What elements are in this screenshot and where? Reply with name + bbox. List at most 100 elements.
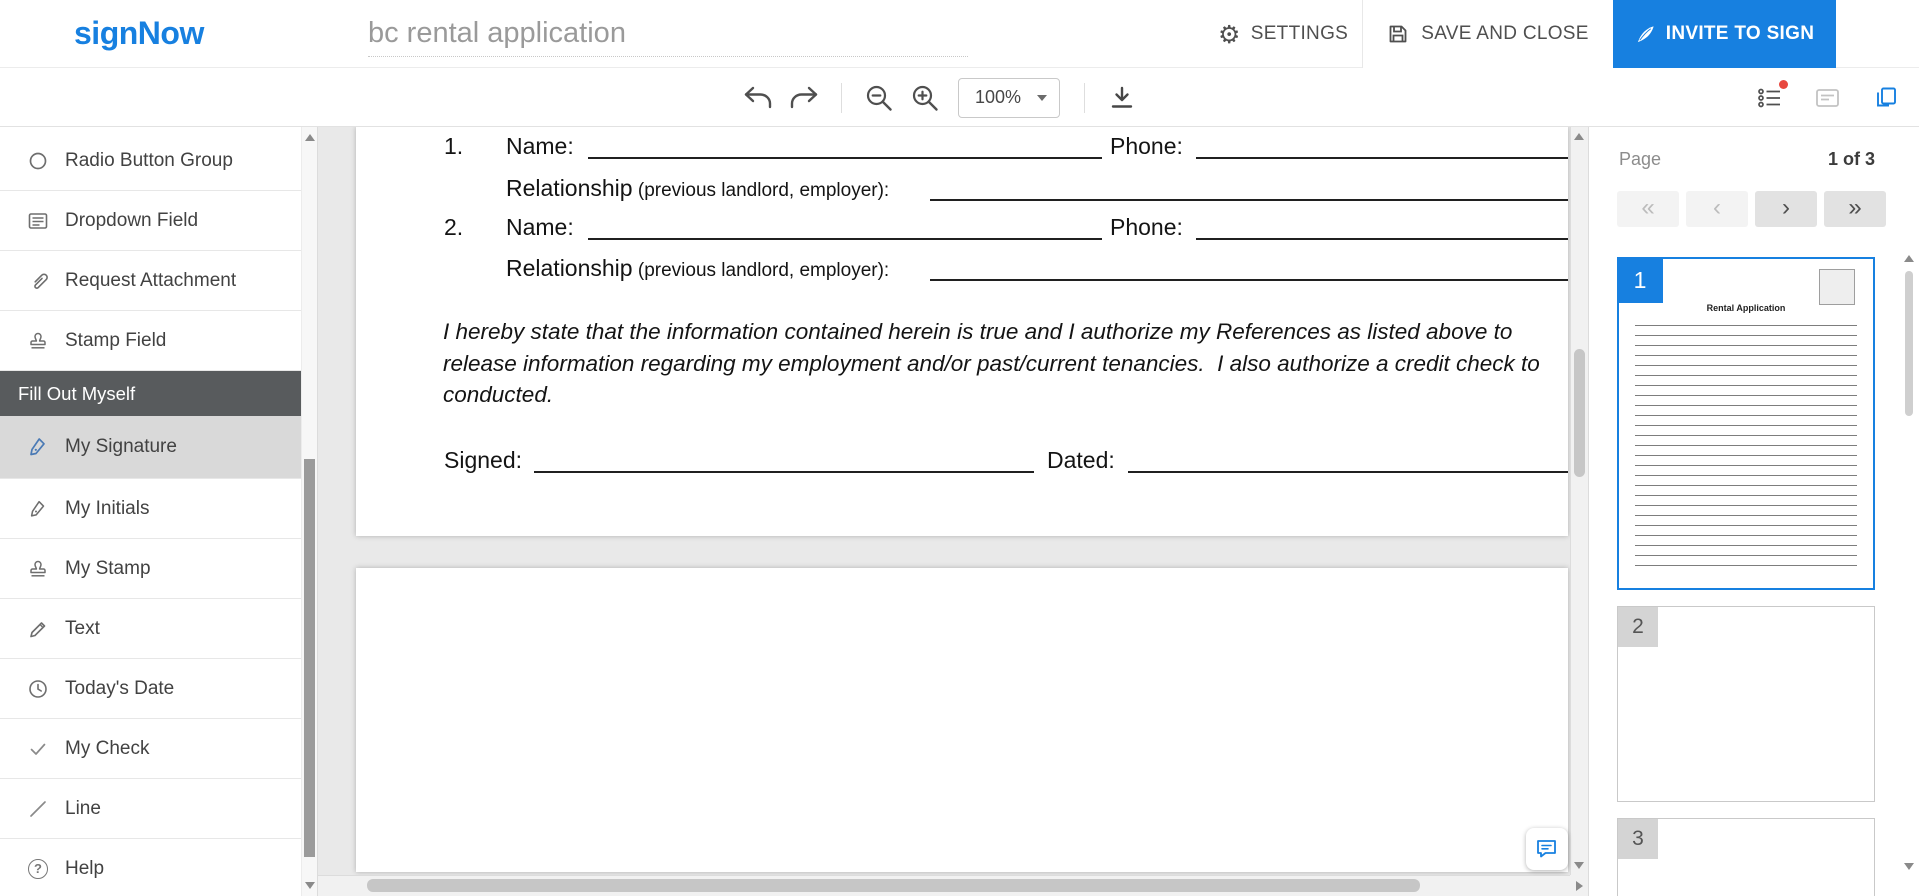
duplicate-pages-button[interactable] <box>1868 81 1902 115</box>
reference1-phone-label: Phone: <box>1110 131 1183 161</box>
document-horizontal-scrollbar[interactable] <box>318 875 1570 896</box>
redo-icon <box>789 86 819 110</box>
scroll-down-arrow[interactable] <box>1904 863 1914 870</box>
download-button[interactable] <box>1099 75 1145 121</box>
horizontal-scrollbar-thumb[interactable] <box>367 879 1420 892</box>
previous-page-button[interactable]: ‹ <box>1686 191 1748 227</box>
save-and-close-button[interactable]: SAVE AND CLOSE <box>1362 0 1613 68</box>
next-page-button[interactable]: › <box>1755 191 1817 227</box>
stamp-icon <box>26 329 50 353</box>
blank-line <box>588 212 1102 240</box>
document-title-input[interactable]: bc rental application <box>368 10 968 57</box>
sidebar-item-label: My Signature <box>65 436 177 458</box>
page-thumbnail-3[interactable]: 3 <box>1617 818 1875 896</box>
relationship-note: (previous landlord, employer): <box>638 260 889 281</box>
blank-line <box>1196 212 1568 240</box>
sidebar-item-label: Radio Button Group <box>65 150 233 172</box>
sidebar-item-text[interactable]: Text <box>0 599 302 659</box>
scrollbar-corner <box>1570 875 1588 896</box>
sidebar-item-my-initials[interactable]: My Initials <box>0 479 302 539</box>
dropdown-field-icon <box>26 209 50 233</box>
next-page-icon: › <box>1782 196 1790 220</box>
sidebar-item-label: Help <box>65 858 104 880</box>
signnow-logo[interactable]: signNow <box>74 15 204 52</box>
signature-nib-icon <box>26 435 50 459</box>
sidebar-item-radio-button-group[interactable]: Radio Button Group <box>0 131 302 191</box>
page-thumbnail-1[interactable]: 1 Rental Application <box>1617 257 1875 590</box>
scroll-right-arrow[interactable] <box>1576 881 1583 891</box>
feedback-chat-button[interactable] <box>1526 828 1568 870</box>
previous-page-icon: ‹ <box>1713 196 1721 220</box>
reference2-name-label: Name: <box>506 212 574 242</box>
pages-panel: Page 1 of 3 « ‹ › » 1 Rental Application… <box>1588 127 1919 896</box>
document-page-2[interactable] <box>356 568 1568 872</box>
line-icon <box>26 797 50 821</box>
mini-page-title: Rental Application <box>1619 303 1873 313</box>
sidebar-item-dropdown-field[interactable]: Dropdown Field <box>0 191 302 251</box>
reference1-number: 1. <box>444 131 463 161</box>
quill-icon <box>1635 24 1656 45</box>
header: signNow bc rental application ⚙ SETTINGS… <box>0 0 1919 68</box>
section-header-fill-out-myself: Fill Out Myself <box>0 371 302 416</box>
thumbnails-scrollbar[interactable] <box>1903 255 1916 870</box>
first-page-icon: « <box>1641 196 1654 220</box>
sidebar-item-help[interactable]: ? Help <box>0 839 302 896</box>
zoom-out-button[interactable] <box>856 75 902 121</box>
mini-signature-field <box>1819 269 1855 305</box>
zoom-in-button[interactable] <box>902 75 948 121</box>
pages-header: Page 1 of 3 <box>1619 149 1875 170</box>
thumbnails-scrollbar-thumb[interactable] <box>1905 271 1913 416</box>
pencil-icon <box>26 617 50 641</box>
document-vertical-scrollbar[interactable] <box>1570 127 1588 875</box>
mini-form-lines <box>1635 325 1857 574</box>
stamp-icon <box>26 557 50 581</box>
scroll-up-arrow[interactable] <box>305 134 315 141</box>
affidavit-paragraph: I hereby state that the information cont… <box>443 316 1540 411</box>
settings-button[interactable]: ⚙ SETTINGS <box>1218 0 1348 68</box>
first-page-button[interactable]: « <box>1617 191 1679 227</box>
signature-line <box>534 445 1034 473</box>
zoom-in-icon <box>910 83 940 113</box>
reference2-number: 2. <box>444 212 463 242</box>
vertical-scrollbar-thumb[interactable] <box>1574 349 1585 477</box>
scroll-up-arrow[interactable] <box>1904 255 1914 262</box>
zoom-level-value: 100% <box>959 87 1037 108</box>
page-label: Page <box>1619 149 1661 170</box>
sidebar-item-my-check[interactable]: My Check <box>0 719 302 779</box>
scroll-down-arrow[interactable] <box>305 882 315 889</box>
fields-list-icon <box>1756 85 1783 111</box>
undo-button[interactable] <box>735 75 781 121</box>
page-number-badge: 2 <box>1618 607 1658 647</box>
sidebar-item-label: Today's Date <box>65 678 174 700</box>
last-page-button[interactable]: » <box>1824 191 1886 227</box>
sidebar-scrollbar[interactable] <box>301 127 317 896</box>
main-area: Radio Button Group Dropdown Field <box>0 127 1919 896</box>
field-properties-button[interactable] <box>1810 81 1844 115</box>
sidebar-item-label: My Initials <box>65 498 149 520</box>
sidebar-item-line[interactable]: Line <box>0 779 302 839</box>
panel-card-icon <box>1814 85 1841 111</box>
save-and-close-label: SAVE AND CLOSE <box>1421 23 1589 45</box>
sidebar-item-request-attachment[interactable]: Request Attachment <box>0 251 302 311</box>
sidebar-item-stamp-field[interactable]: Stamp Field <box>0 311 302 371</box>
scroll-down-arrow[interactable] <box>1574 862 1584 869</box>
feedback-chat-icon <box>1534 836 1560 862</box>
blank-line <box>930 173 1568 201</box>
reference2-relationship: Relationship (previous landlord, employe… <box>506 253 889 283</box>
document-page-1[interactable]: 1. Name: Phone: Relationship (previous l… <box>356 127 1568 536</box>
page-number-badge: 1 <box>1617 257 1663 303</box>
invite-to-sign-label: INVITE TO SIGN <box>1666 23 1814 45</box>
dated-label: Dated: <box>1047 445 1115 475</box>
zoom-level-select[interactable]: 100% <box>958 78 1060 118</box>
blank-line <box>1196 131 1568 159</box>
clock-icon <box>26 677 50 701</box>
page-thumbnail-2[interactable]: 2 <box>1617 606 1875 802</box>
sidebar-item-my-stamp[interactable]: My Stamp <box>0 539 302 599</box>
sidebar-scrollbar-thumb[interactable] <box>304 459 315 857</box>
scroll-up-arrow[interactable] <box>1574 133 1584 140</box>
sidebar-item-my-signature[interactable]: My Signature <box>0 416 302 479</box>
sidebar-item-todays-date[interactable]: Today's Date <box>0 659 302 719</box>
invite-to-sign-button[interactable]: INVITE TO SIGN <box>1613 0 1836 68</box>
fields-panel-button[interactable] <box>1752 81 1786 115</box>
redo-button[interactable] <box>781 75 827 121</box>
